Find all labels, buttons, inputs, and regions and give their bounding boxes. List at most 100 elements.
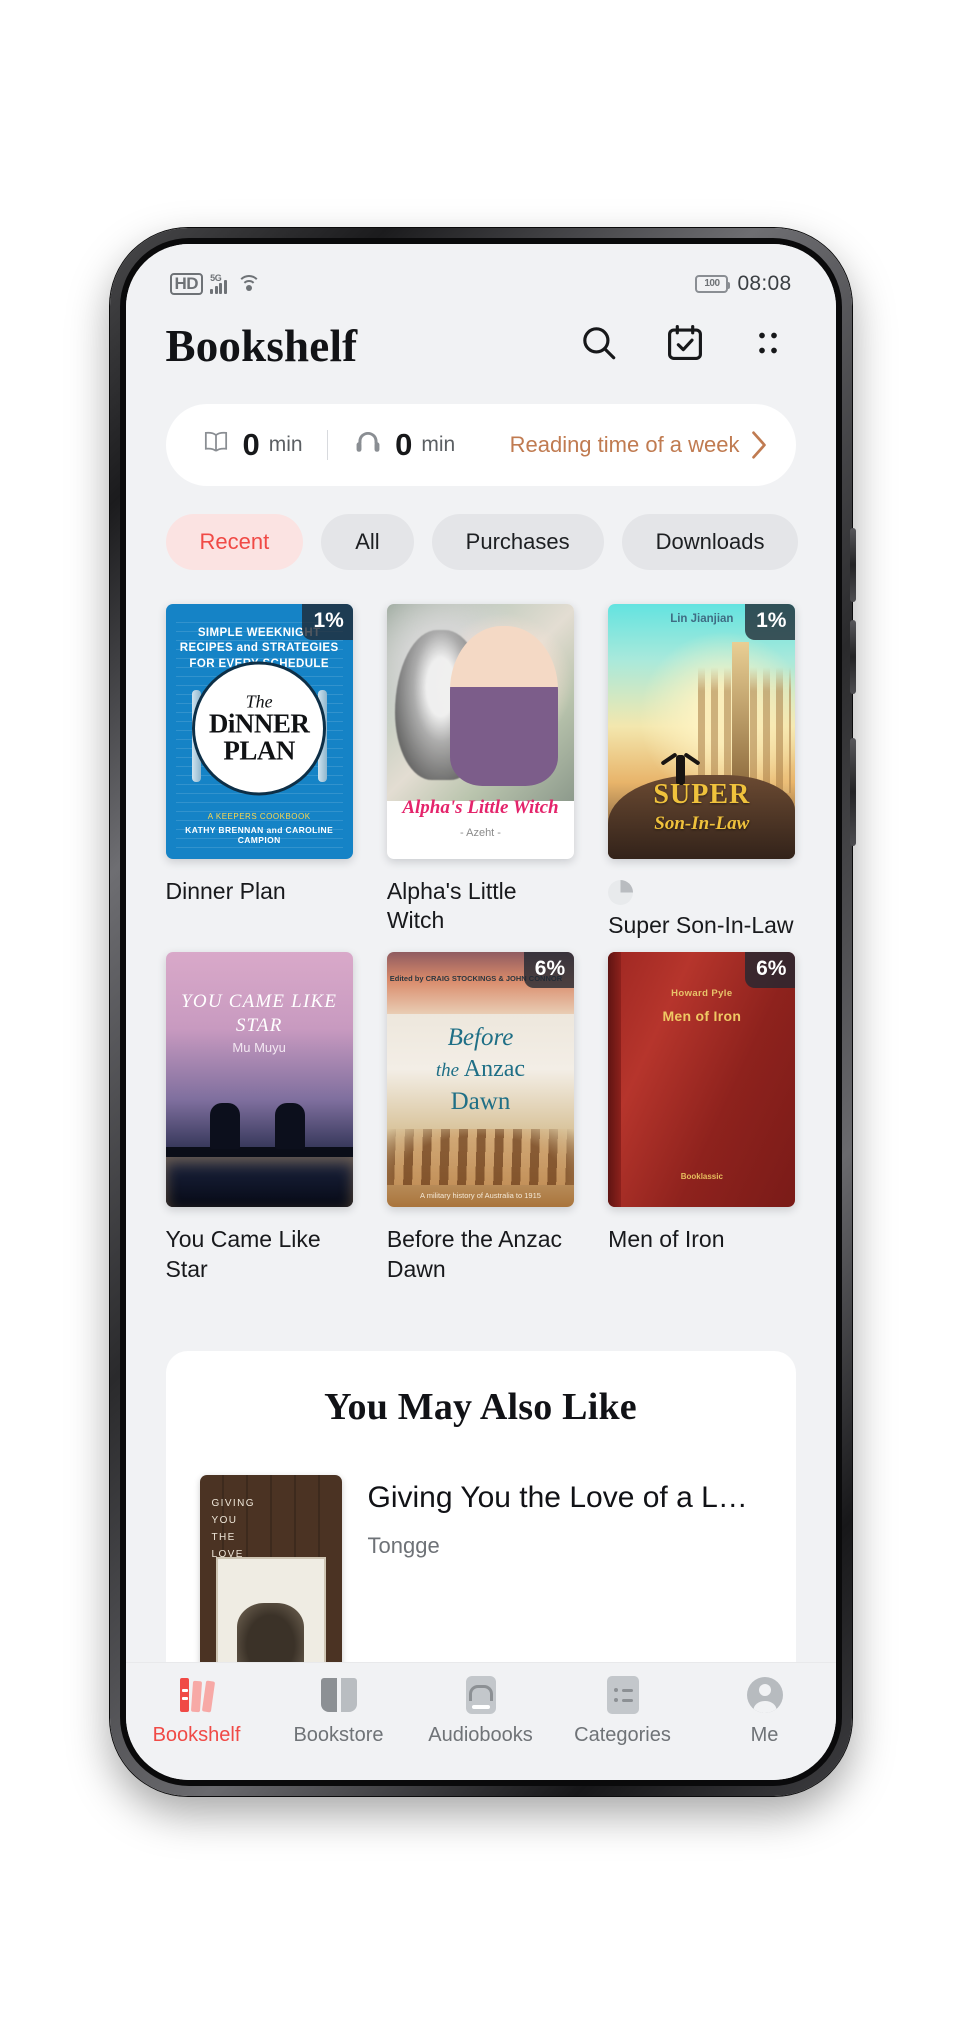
status-bar: HD 5G 100 08:08 — [125, 243, 836, 306]
recommendations-heading: You May Also Like — [324, 1386, 637, 1429]
filter-tab-purchases[interactable]: Purchases — [431, 513, 604, 570]
phone-device-frame: HD 5G 100 08:08 Bookshelf 0 min 0 min Re… — [109, 227, 856, 1796]
book-title-text: Before the Anzac Dawn — [386, 1226, 563, 1283]
book-card[interactable]: Edited by CRAIG STOCKINGS & JOHN CONNOR … — [386, 952, 575, 1285]
filter-tab-downloads[interactable]: Downloads — [621, 513, 799, 570]
book-cover-wrapper[interactable]: Edited by CRAIG STOCKINGS & JOHN CONNOR … — [386, 952, 575, 1208]
book-cover-wrapper[interactable]: Howard Pyle Men of Iron Booklassic 6% — [608, 952, 796, 1208]
book-cover-wrapper[interactable]: YOU CAME LIKE STAR Mu Muyu — [165, 952, 353, 1208]
cover-tower — [731, 641, 749, 789]
calendar-check-icon[interactable] — [664, 322, 706, 369]
listening-minutes-unit: min — [421, 432, 456, 456]
recommendations-section: You May Also Like GIVING YOU THE LOVE Givin… — [165, 1351, 796, 1676]
cover-photo — [386, 603, 575, 801]
network-type-label: 5G — [210, 272, 222, 283]
tab-categories[interactable]: Categories — [552, 1675, 694, 1747]
tab-label: Bookshelf — [152, 1723, 241, 1746]
recommendation-title: Giving You the Love of a L… — [367, 1481, 748, 1515]
book-title-text: Dinner Plan — [165, 877, 286, 904]
status-bar-left: HD 5G — [169, 272, 261, 295]
book-title: Dinner Plan — [166, 877, 353, 907]
reading-stats-card[interactable]: 0 min 0 min Reading time of a week — [165, 403, 796, 486]
book-cover-wrapper[interactable]: SIMPLE WEEKNIGHT RECIPES and STRATEGIES … — [165, 603, 353, 859]
cover-subtitle: A KEEPERS COOKBOOK — [207, 811, 311, 821]
weekly-reading-time-link[interactable]: Reading time of a week — [510, 430, 768, 460]
cover-title-line2: the Anzac — [387, 1056, 574, 1083]
silhouette-figure-left — [209, 1103, 240, 1150]
book-cover-wrapper[interactable]: Alpha's Little Witch - Azeht - — [386, 603, 575, 859]
cover-ledge — [165, 1147, 353, 1158]
filter-tab-recent[interactable]: Recent — [165, 513, 304, 570]
screenshot-stage: HD 5G 100 08:08 Bookshelf 0 min 0 min Re… — [0, 0, 961, 2023]
book-title: Alpha's Little Witch — [387, 877, 574, 937]
cover-plate: The DiNNER PLAN — [195, 664, 324, 793]
book-cover-before-the-anzac-dawn[interactable]: Edited by CRAIG STOCKINGS & JOHN CONNOR … — [386, 952, 575, 1208]
status-bar-right: 100 08:08 — [695, 272, 791, 296]
book-cover-alphas-little-witch[interactable]: Alpha's Little Witch - Azeht - — [386, 603, 575, 859]
book-cover-men-of-iron[interactable]: Howard Pyle Men of Iron Booklassic — [608, 952, 796, 1208]
progress-badge: 6% — [745, 952, 796, 989]
tab-audiobooks[interactable]: Audiobooks — [410, 1675, 552, 1747]
weekly-reading-time-label: Reading time of a week — [509, 431, 740, 457]
tab-bookshelf[interactable]: Bookshelf — [126, 1675, 268, 1747]
progress-badge: 1% — [745, 603, 796, 640]
tab-me[interactable]: Me — [694, 1675, 836, 1747]
tab-bookstore[interactable]: Bookstore — [268, 1675, 410, 1747]
cover-title-line2: Son-In-Law — [654, 812, 750, 834]
book-card[interactable]: Howard Pyle Men of Iron Booklassic 6% Me… — [608, 952, 796, 1285]
listening-minutes-value: 0 — [395, 426, 413, 462]
cover-title-line2-main: Anzac — [463, 1056, 526, 1083]
book-grid: SIMPLE WEEKNIGHT RECIPES and STRATEGIES … — [126, 570, 836, 1286]
progress-ring-icon — [608, 879, 634, 905]
user-avatar-icon — [746, 1675, 783, 1715]
cover-title-line2: DiNNER — [208, 708, 310, 739]
audiobook-icon — [465, 1675, 496, 1715]
bookshelf-icon — [180, 1675, 216, 1715]
book-title-text: Alpha's Little Witch — [386, 877, 517, 934]
progress-badge: 6% — [523, 952, 575, 989]
book-card[interactable]: Lin Jianjian SUPER Son-In-Law 1% Super S… — [608, 603, 796, 941]
listening-minutes-stat: 0 min — [352, 427, 455, 463]
book-card[interactable]: Alpha's Little Witch - Azeht - Alpha's L… — [386, 603, 575, 941]
book-card[interactable]: YOU CAME LIKE STAR Mu Muyu You Came Like… — [165, 952, 353, 1285]
app-header: Bookshelf — [125, 305, 836, 382]
reading-minutes-value: 0 — [242, 426, 260, 462]
recommendation-item[interactable]: GIVING YOU THE LOVE Giving You the Love of … — [166, 1429, 796, 1676]
bottom-tab-bar[interactable]: Bookshelf Bookstore Audiobooks Categorie… — [125, 1661, 836, 1780]
cover-title-text: Men of Iron — [662, 1008, 742, 1025]
girl-illustration — [450, 625, 559, 786]
main-scroll-area[interactable]: 0 min 0 min Reading time of a week Recen… — [125, 403, 836, 1686]
cover-title-text: YOU CAME LIKE STAR — [181, 991, 338, 1037]
reading-minutes-unit: min — [268, 432, 303, 456]
power-button[interactable] — [849, 737, 856, 846]
book-cover-super-son-in-law[interactable]: Lin Jianjian SUPER Son-In-Law — [608, 603, 796, 859]
hd-icon: HD — [169, 272, 204, 295]
cover-title-line1: SUPER — [653, 778, 751, 810]
cover-author: Howard Pyle — [671, 988, 733, 1000]
categories-list-icon — [606, 1675, 639, 1715]
tab-label: Bookstore — [293, 1723, 384, 1746]
volume-down-button[interactable] — [849, 619, 856, 694]
page-title: Bookshelf — [165, 320, 358, 371]
book-cover-dinner-plan[interactable]: SIMPLE WEEKNIGHT RECIPES and STRATEGIES … — [165, 603, 353, 859]
search-icon[interactable] — [578, 322, 620, 369]
book-cover-you-came-like-star[interactable]: YOU CAME LIKE STAR Mu Muyu — [165, 952, 353, 1208]
library-filter-tabs[interactable]: Recent All Purchases Downloads — [126, 486, 836, 570]
volume-up-button[interactable] — [849, 527, 856, 602]
book-title: Super Son-In-Law — [608, 877, 795, 941]
more-menu-icon[interactable] — [750, 322, 786, 369]
open-book-icon — [320, 1675, 357, 1715]
cover-title-line3: Dawn — [450, 1088, 511, 1116]
book-title: Before the Anzac Dawn — [387, 1225, 574, 1285]
book-title-text: You Came Like Star — [165, 1226, 321, 1283]
cover-title-line1: Before — [447, 1024, 514, 1052]
recommendation-cover[interactable]: GIVING YOU THE LOVE — [199, 1475, 342, 1676]
filter-tab-all[interactable]: All — [321, 513, 414, 570]
book-cover-wrapper[interactable]: Lin Jianjian SUPER Son-In-Law 1% — [608, 603, 796, 859]
stats-divider — [326, 429, 329, 460]
book-title-text: Men of Iron — [608, 1226, 725, 1253]
clock-label: 08:08 — [737, 271, 792, 295]
chevron-right-icon — [750, 430, 768, 460]
tab-label: Me — [750, 1723, 779, 1746]
book-card[interactable]: SIMPLE WEEKNIGHT RECIPES and STRATEGIES … — [165, 603, 353, 941]
